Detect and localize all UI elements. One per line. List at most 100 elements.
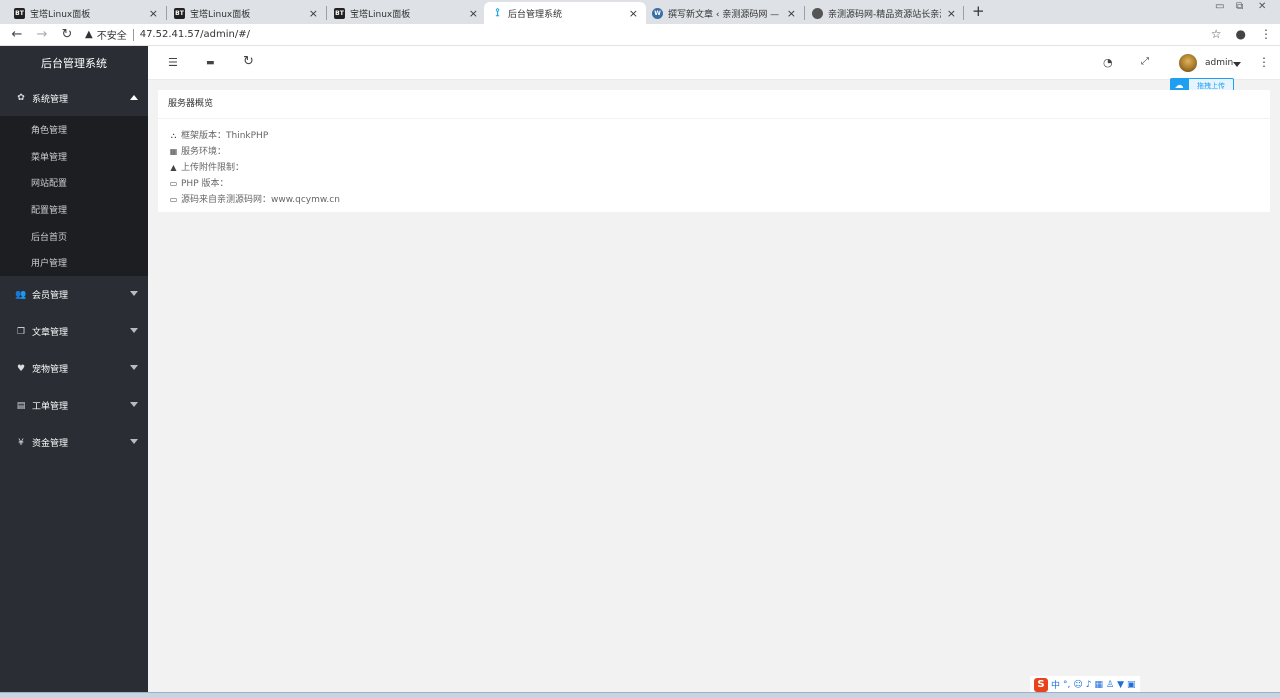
warning-icon: ▲ [170, 163, 177, 172]
restore-window-icon[interactable]: ⧉ [1236, 1, 1243, 12]
info-row-framework: ⛬ 框架版本：ThinkPHP [168, 128, 1270, 144]
server-info-list: ⛬ 框架版本：ThinkPHP ▦ 服务环境： ▲ 上传附件限制： ▭ PHP … [158, 119, 1270, 208]
gear-icon: ✿ [17, 93, 25, 103]
close-tab-icon[interactable]: × [469, 7, 478, 20]
toolbox-icon[interactable]: ▣ [1127, 680, 1136, 690]
info-text: 框架版本：ThinkPHP [181, 131, 269, 141]
sidebar-item-users[interactable]: 用户管理 [0, 249, 148, 276]
browser-tab-strip: BT 宝塔Linux面板 × BT 宝塔Linux面板 × BT 宝塔Linux… [0, 0, 1280, 24]
sidebar-group-label: 资金管理 [32, 439, 69, 450]
browser-tab[interactable]: BT 宝塔Linux面板 × [6, 2, 166, 24]
sitemap-icon: ⛬ [170, 131, 177, 140]
close-tab-icon[interactable]: × [947, 7, 956, 20]
minimize-window-icon[interactable]: ▭ [1215, 1, 1224, 12]
sidebar-group-system[interactable]: ✿ 系统管理 [0, 80, 148, 116]
bt-favicon-icon: BT [14, 7, 25, 19]
users-icon: 👥 [15, 289, 27, 300]
sidebar-group-pets[interactable]: ♥ 宠物管理 [0, 350, 148, 387]
sidebar-group-tickets[interactable]: ▤ 工单管理 [0, 387, 148, 424]
profile-icon[interactable]: ● [1236, 27, 1246, 41]
more-options-icon[interactable]: ⋮ [1258, 55, 1270, 69]
close-tab-icon[interactable]: × [629, 7, 638, 20]
info-row-environment: ▦ 服务环境： [168, 144, 1270, 160]
new-tab-icon[interactable]: + [972, 2, 985, 20]
sidebar-group-label: 会员管理 [32, 291, 69, 302]
close-window-icon[interactable]: ✕ [1258, 1, 1266, 12]
user-icon[interactable]: ♙ [1106, 680, 1114, 690]
sogou-logo-icon: S [1034, 677, 1048, 692]
divider [132, 28, 134, 41]
info-text: 源码来自亲测源码网：www.qcymw.cn [181, 195, 340, 205]
security-label[interactable]: 不安全 [97, 27, 127, 42]
file-icon: ▤ [16, 400, 26, 411]
chevron-down-icon[interactable] [1233, 62, 1241, 67]
sidebar-item-home[interactable]: 后台首页 [0, 223, 148, 250]
tab-title: 后台管理系统 [508, 9, 563, 20]
tab-title: 宝塔Linux面板 [190, 9, 251, 20]
close-tab-icon[interactable]: × [149, 7, 158, 20]
tab-title: 撰写新文章 ‹ 亲测源码网 — Wo [668, 9, 781, 20]
browser-menu-icon[interactable]: ⋮ [1260, 27, 1272, 41]
warning-icon[interactable]: ▲ [85, 29, 93, 40]
credit-card-icon: ▭ [169, 195, 178, 204]
sidebar-group-articles[interactable]: ❐ 文章管理 [0, 313, 148, 350]
tab-title: 亲测源码网-精品资源站长亲测 [828, 9, 941, 20]
refresh-icon[interactable]: ↻ [243, 54, 254, 69]
skin-icon[interactable]: ▼ [1117, 680, 1124, 690]
chevron-down-icon [130, 328, 138, 334]
forward-icon[interactable]: → [34, 27, 50, 42]
bookmark-star-icon[interactable]: ☆ [1211, 27, 1222, 41]
ime-toolbar[interactable]: S 中 °, ☺ ♪ ▦ ♙ ▼ ▣ [1030, 676, 1140, 693]
sidebar-item-site-config[interactable]: 网站配置 [0, 169, 148, 196]
tab-title: 宝塔Linux面板 [350, 9, 411, 20]
close-tab-icon[interactable]: × [309, 7, 318, 20]
address-bar: ← → ↻ ▲ 不安全 47.52.41.57/admin/#/ ☆ ● ⋮ [0, 24, 1280, 46]
server-overview-card: 服务器概览 ⛬ 框架版本：ThinkPHP ▦ 服务环境： ▲ 上传附件限制： … [158, 90, 1270, 212]
browser-tab[interactable]: BT 宝塔Linux面板 × [166, 2, 326, 24]
emoji-icon[interactable]: ☺ [1073, 680, 1082, 690]
admin-favicon-icon: ⟟ [495, 6, 500, 19]
yen-icon: ¥ [18, 437, 24, 448]
bt-favicon-icon: BT [174, 7, 185, 19]
chevron-down-icon [130, 291, 138, 297]
sidebar-group-label: 工单管理 [32, 402, 69, 413]
sidebar-item-roles[interactable]: 角色管理 [0, 116, 148, 143]
keyboard-icon[interactable]: ▦ [1095, 680, 1104, 690]
punctuation-icon[interactable]: °, [1063, 680, 1070, 690]
browser-tab[interactable]: BT 宝塔Linux面板 × [326, 2, 486, 24]
sidebar-group-label: 宠物管理 [32, 365, 69, 376]
sidebar-group-label: 系统管理 [32, 94, 69, 105]
url-field[interactable]: 47.52.41.57/admin/#/ [140, 29, 250, 40]
sidebar-item-config[interactable]: 配置管理 [0, 196, 148, 223]
ime-mode-label[interactable]: 中 [1051, 678, 1060, 691]
app-logo-title[interactable]: 后台管理系统 [0, 46, 148, 80]
theme-palette-icon[interactable]: ◔ [1103, 56, 1113, 69]
browser-tab[interactable]: W 撰写新文章 ‹ 亲测源码网 — Wo × [644, 2, 804, 24]
username[interactable]: admin [1205, 58, 1233, 68]
message-icon[interactable]: ▬ [206, 58, 215, 68]
browser-tab[interactable]: 亲测源码网-精品资源站长亲测 × [804, 2, 964, 24]
heart-icon: ♥ [16, 363, 26, 374]
sidebar-group-label: 文章管理 [32, 328, 69, 339]
wordpress-favicon-icon: W [652, 7, 663, 19]
avatar[interactable] [1179, 54, 1197, 72]
chevron-up-icon [130, 95, 138, 100]
back-icon[interactable]: ← [9, 27, 25, 42]
fullscreen-icon[interactable]: ⤢ [1141, 56, 1149, 67]
microphone-icon[interactable]: ♪ [1086, 680, 1092, 690]
copy-icon: ❐ [16, 326, 26, 337]
globe-favicon-icon [812, 7, 823, 19]
sidebar-group-members[interactable]: 👥 会员管理 [0, 276, 148, 313]
sidebar: 后台管理系统 ✿ 系统管理 角色管理 菜单管理 网站配置 配置管理 后台首页 用… [0, 46, 148, 692]
sidebar-item-menus[interactable]: 菜单管理 [0, 143, 148, 170]
top-header: ☰ ▬ ↻ ◔ ⤢ admin ⋮ [148, 46, 1280, 80]
windows-icon: ▦ [169, 147, 178, 156]
sidebar-group-funds[interactable]: ¥ 资金管理 [0, 424, 148, 461]
sidebar-submenu-system: 角色管理 菜单管理 网站配置 配置管理 后台首页 用户管理 [0, 116, 148, 277]
tab-title: 宝塔Linux面板 [30, 9, 91, 20]
reload-icon[interactable]: ↻ [59, 27, 75, 42]
os-taskbar [0, 692, 1280, 698]
collapse-sidebar-icon[interactable]: ☰ [168, 56, 178, 69]
close-tab-icon[interactable]: × [787, 7, 796, 20]
browser-tab-active[interactable]: ⟟ 后台管理系统 × [484, 2, 646, 24]
